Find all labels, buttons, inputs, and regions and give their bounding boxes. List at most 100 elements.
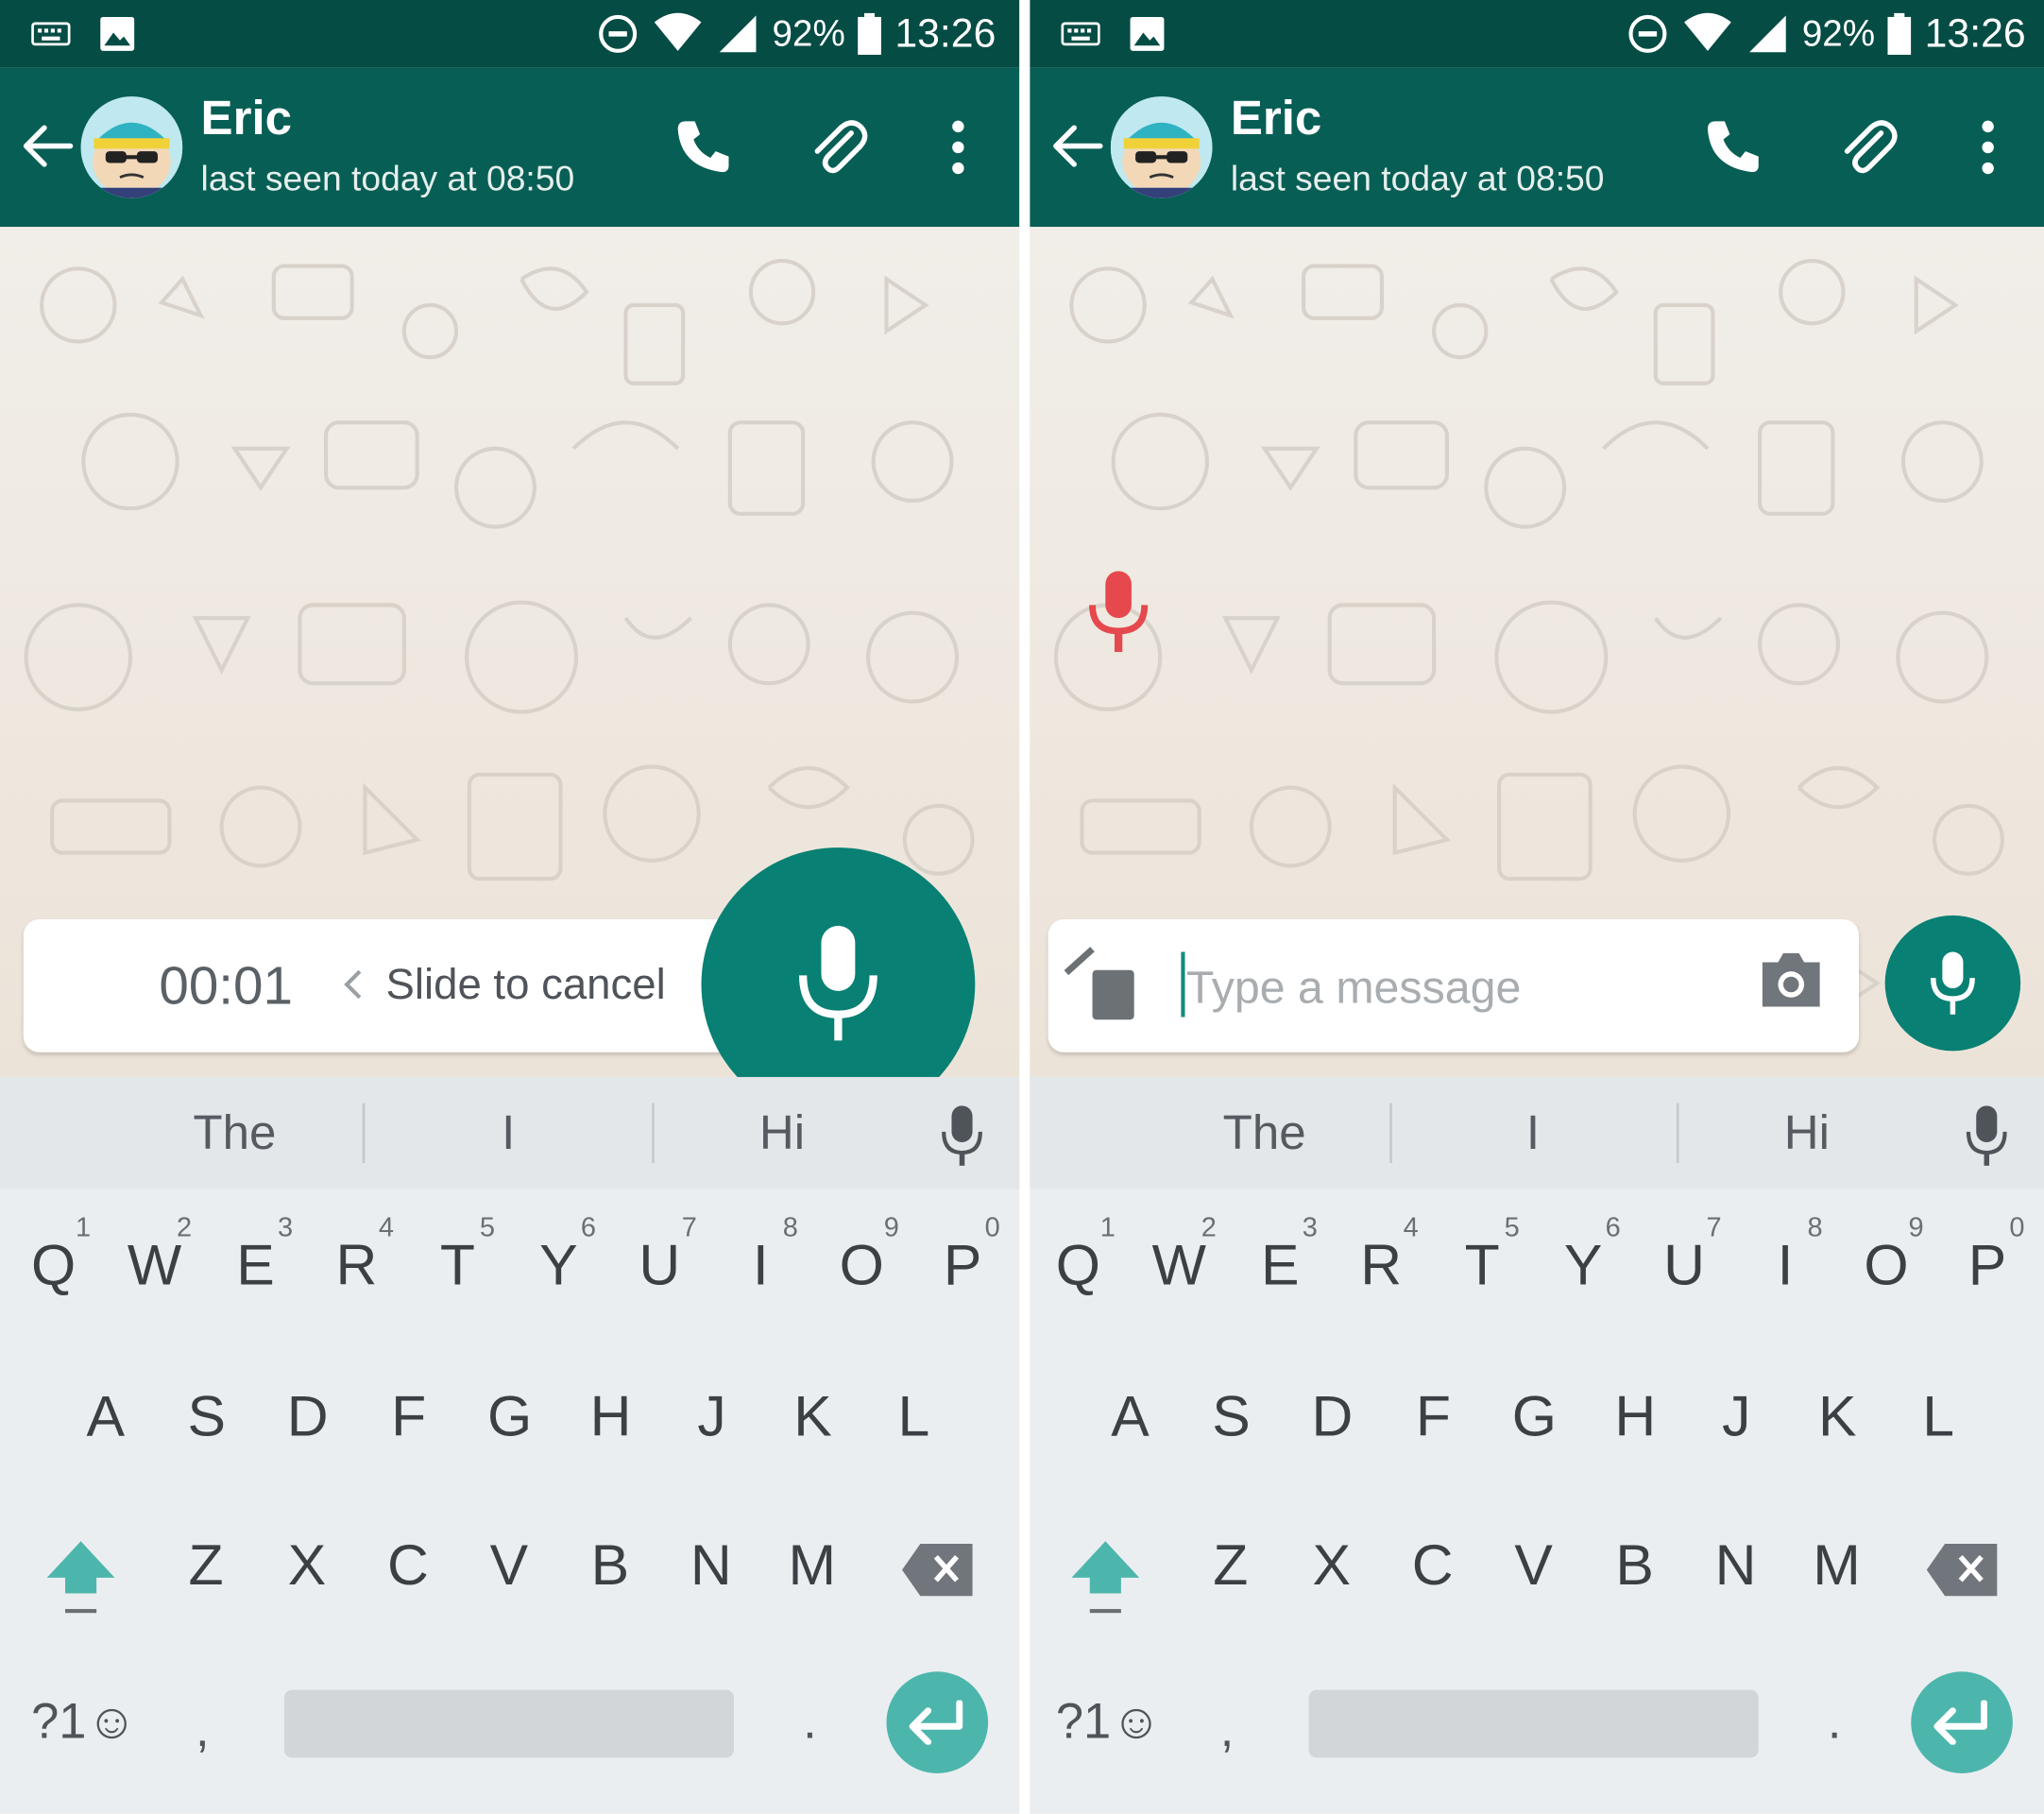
clock: 13:26	[894, 10, 996, 57]
key-n[interactable]: N	[1693, 1533, 1779, 1599]
key-b[interactable]: B	[567, 1533, 653, 1599]
voice-input-icon[interactable]	[939, 1104, 986, 1169]
key-a[interactable]: A	[1087, 1385, 1173, 1450]
attach-paperclip-icon[interactable]	[806, 114, 871, 180]
message-input[interactable]: Type a message	[1186, 963, 1521, 1015]
suggestion-3[interactable]: Hi	[704, 1105, 860, 1160]
key-b[interactable]: B	[1592, 1533, 1678, 1599]
back-arrow-icon[interactable]	[1048, 117, 1106, 175]
symbols-key[interactable]: ?1☺	[31, 1695, 137, 1751]
key-c[interactable]: C	[365, 1533, 451, 1599]
attach-paperclip-icon[interactable]	[1835, 114, 1900, 180]
chevron-left-icon	[344, 969, 362, 1000]
key-n[interactable]: N	[668, 1533, 754, 1599]
slide-to-cancel-label: Slide to cancel	[385, 959, 666, 1008]
key-g[interactable]: G	[1491, 1385, 1577, 1450]
enter-arrow-icon	[909, 1700, 963, 1745]
enter-key[interactable]	[886, 1671, 989, 1773]
suggestion-divider	[1389, 1103, 1392, 1164]
key-z[interactable]: Z	[163, 1533, 249, 1599]
more-options-icon[interactable]	[926, 114, 991, 180]
key-m[interactable]: M	[1794, 1533, 1880, 1599]
chat-header: Eric last seen today at 08:50	[0, 67, 1020, 228]
camera-icon[interactable]	[1757, 950, 1825, 1009]
period-key[interactable]: .	[803, 1695, 817, 1751]
key-d[interactable]: D	[1289, 1385, 1375, 1450]
key-f[interactable]: F	[1390, 1385, 1476, 1450]
suggestion-strip: The I Hi	[0, 1076, 1020, 1189]
key-hint-digit: 4	[1403, 1212, 1419, 1243]
key-x[interactable]: X	[1288, 1533, 1374, 1599]
back-arrow-icon[interactable]	[18, 117, 76, 175]
voice-input-icon[interactable]	[1963, 1104, 2010, 1169]
space-bar[interactable]	[283, 1689, 734, 1758]
keyboard-icon	[1061, 22, 1100, 46]
suggestion-2[interactable]: I	[1455, 1105, 1611, 1160]
phone-call-icon[interactable]	[670, 114, 735, 180]
key-d[interactable]: D	[264, 1385, 350, 1450]
key-hint-digit: 0	[2009, 1212, 2025, 1243]
phone-call-icon[interactable]	[1700, 114, 1765, 180]
signal-icon	[720, 15, 757, 53]
key-k[interactable]: K	[770, 1385, 856, 1450]
recording-bin-icon	[1064, 947, 1134, 1020]
key-k[interactable]: K	[1795, 1385, 1881, 1450]
key-s[interactable]: S	[163, 1385, 249, 1450]
key-hint-digit: 9	[883, 1212, 899, 1243]
key-hint-digit: 1	[1099, 1212, 1116, 1243]
contact-avatar[interactable]	[1110, 96, 1213, 198]
key-s[interactable]: S	[1188, 1385, 1274, 1450]
suggestion-1[interactable]: The	[157, 1105, 314, 1160]
key-j[interactable]: J	[669, 1385, 755, 1450]
contact-name[interactable]: Eric	[1231, 92, 1322, 146]
screen-recording: 92% 13:26 Eric last seen today at 08:50	[0, 0, 1020, 1814]
key-hint-digit: 8	[782, 1212, 798, 1243]
keyboard: The I Hi Q1W2E3R4T5Y6U7I8O9P0 ASDFGHJKL …	[0, 1076, 1020, 1814]
suggestion-2[interactable]: I	[430, 1105, 587, 1160]
comma-key[interactable]: ,	[1220, 1703, 1235, 1758]
shift-icon[interactable]	[44, 1536, 117, 1617]
symbols-key[interactable]: ?1☺	[1056, 1695, 1162, 1751]
voice-record-button[interactable]	[1884, 915, 2021, 1052]
comma-key[interactable]: ,	[196, 1703, 210, 1758]
space-bar[interactable]	[1308, 1689, 1759, 1758]
key-l[interactable]: L	[871, 1385, 957, 1450]
key-j[interactable]: J	[1694, 1385, 1780, 1450]
key-v[interactable]: V	[1490, 1533, 1576, 1599]
wifi-icon	[1684, 12, 1732, 51]
key-hint-digit: 2	[177, 1212, 193, 1243]
battery-percent: 92%	[772, 12, 845, 54]
chat-header: Eric last seen today at 08:50	[1030, 67, 2044, 228]
key-hint-digit: 5	[479, 1212, 496, 1243]
key-hint-digit: 4	[378, 1212, 395, 1243]
key-hint-digit: 0	[984, 1212, 1000, 1243]
key-h[interactable]: H	[1593, 1385, 1678, 1450]
suggestion-divider	[652, 1103, 655, 1164]
backspace-icon[interactable]	[902, 1541, 975, 1599]
more-options-icon[interactable]	[1955, 114, 2020, 180]
contact-name[interactable]: Eric	[201, 92, 293, 146]
contact-avatar[interactable]	[80, 96, 183, 198]
recording-timer: 00:01	[159, 955, 293, 1017]
key-a[interactable]: A	[62, 1385, 148, 1450]
key-f[interactable]: F	[366, 1385, 451, 1450]
floating-red-mic-icon	[1089, 571, 1149, 653]
period-key[interactable]: .	[1828, 1695, 1842, 1751]
key-z[interactable]: Z	[1187, 1533, 1273, 1599]
enter-key[interactable]	[1911, 1671, 2013, 1773]
key-x[interactable]: X	[264, 1533, 349, 1599]
key-c[interactable]: C	[1389, 1533, 1475, 1599]
key-h[interactable]: H	[568, 1385, 654, 1450]
key-l[interactable]: L	[1896, 1385, 1982, 1450]
key-g[interactable]: G	[467, 1385, 553, 1450]
suggestion-3[interactable]: Hi	[1729, 1105, 1885, 1160]
shift-icon[interactable]	[1069, 1536, 1142, 1617]
backspace-icon[interactable]	[1926, 1541, 2000, 1599]
suggestion-1[interactable]: The	[1186, 1105, 1343, 1160]
key-hint-digit: 6	[1605, 1212, 1621, 1243]
key-v[interactable]: V	[466, 1533, 552, 1599]
key-hint-digit: 1	[76, 1212, 92, 1243]
suggestion-strip: The I Hi	[1030, 1076, 2044, 1189]
key-m[interactable]: M	[769, 1533, 855, 1599]
last-seen-status: last seen today at 08:50	[200, 159, 575, 198]
